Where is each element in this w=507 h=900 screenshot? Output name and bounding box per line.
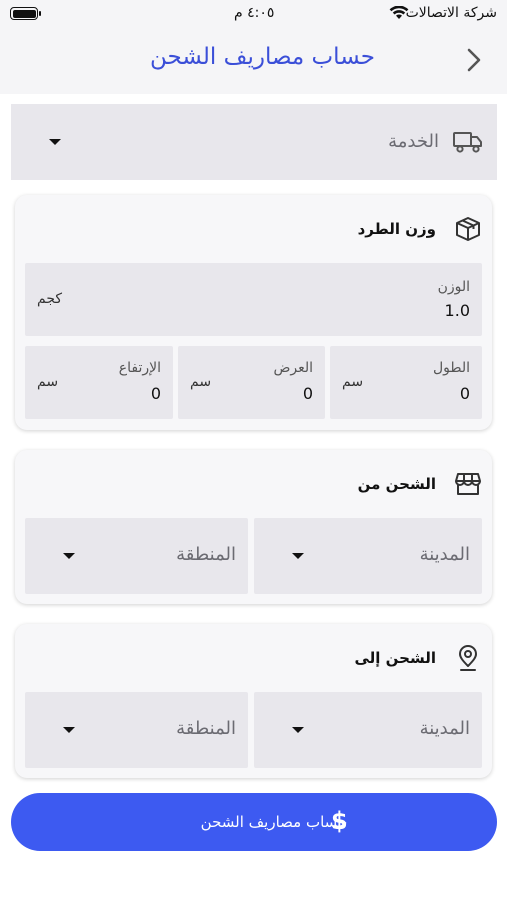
width-unit: سم [190, 374, 212, 390]
chevron-down-icon [63, 727, 75, 733]
height-field[interactable]: الإرتفاع 0 سم [25, 346, 173, 419]
page-title: حساب مصاريف الشحن [150, 44, 375, 70]
battery-icon [10, 7, 41, 20]
width-value[interactable]: 0 [303, 384, 313, 403]
height-value[interactable]: 0 [151, 384, 161, 403]
to-region-dropdown[interactable]: المنطقة [25, 692, 248, 768]
chevron-down-icon [292, 553, 304, 559]
weight-unit: كجم [37, 291, 63, 307]
length-field[interactable]: الطول 0 سم [330, 346, 482, 419]
width-field[interactable]: العرض 0 سم [178, 346, 325, 419]
service-dropdown[interactable]: الخدمة [11, 104, 497, 180]
height-unit: سم [37, 374, 59, 390]
card-title: الشحن إلى [354, 649, 436, 667]
ship-to-card: الشحن إلى المدينة المنطقة [15, 624, 492, 778]
chevron-down-icon [49, 139, 61, 145]
chevron-down-icon [63, 553, 75, 559]
truck-icon [453, 132, 482, 153]
from-region-dropdown[interactable]: المنطقة [25, 518, 248, 594]
length-value[interactable]: 0 [460, 384, 470, 403]
back-chevron-icon[interactable] [463, 46, 485, 74]
height-label: الإرتفاع [118, 360, 161, 376]
city-placeholder: المدينة [419, 544, 470, 565]
weight-field[interactable]: الوزن 1.0 كجم [25, 263, 482, 336]
to-city-dropdown[interactable]: المدينة [254, 692, 482, 768]
weight-label: الوزن [437, 279, 470, 295]
carrier-name: شركة الاتصالات [405, 5, 497, 21]
width-label: العرض [273, 360, 313, 376]
calculate-button-label: حساب مصاريف الشحن [200, 813, 348, 831]
store-icon [455, 473, 481, 495]
length-unit: سم [342, 374, 364, 390]
from-city-dropdown[interactable]: المدينة [254, 518, 482, 594]
region-placeholder: المنطقة [176, 718, 236, 739]
card-title: الشحن من [357, 475, 436, 493]
service-placeholder: الخدمة [388, 131, 439, 152]
package-card: وزن الطرد الوزن 1.0 كجم الطول 0 سم العرض… [15, 195, 492, 430]
status-bar: شركة الاتصالات ٤:٠٥ م [0, 0, 507, 28]
wifi-icon [389, 6, 409, 19]
app-header: حساب مصاريف الشحن [0, 28, 507, 94]
ship-from-card: الشحن من المدينة المنطقة [15, 450, 492, 604]
calculate-shipping-button[interactable]: $ حساب مصاريف الشحن [11, 793, 497, 851]
weight-value[interactable]: 1.0 [445, 301, 470, 320]
city-placeholder: المدينة [419, 718, 470, 739]
length-label: الطول [432, 360, 470, 376]
card-title: وزن الطرد [357, 220, 436, 238]
box-icon [456, 217, 480, 241]
clock: ٤:٠٥ م [234, 5, 275, 21]
location-pin-icon [459, 645, 477, 671]
region-placeholder: المنطقة [176, 544, 236, 565]
chevron-down-icon [292, 727, 304, 733]
